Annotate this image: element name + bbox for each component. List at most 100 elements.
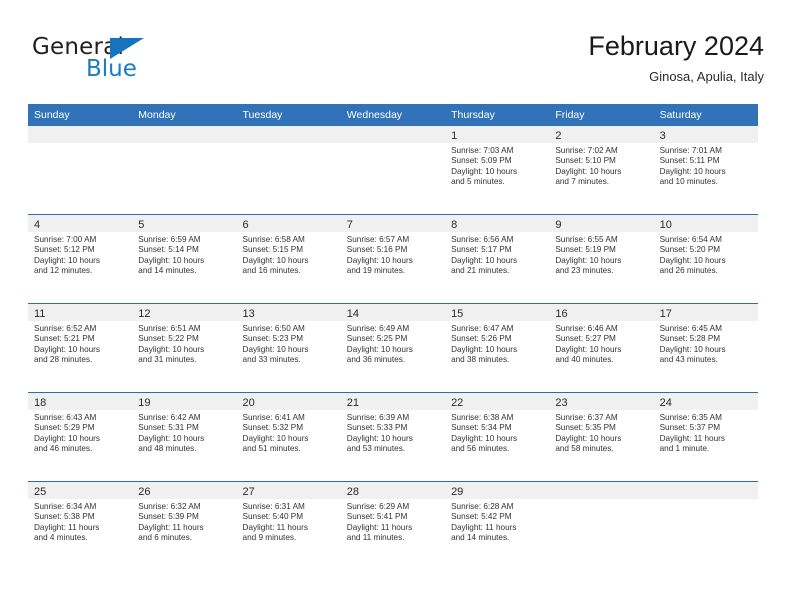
day-cell[interactable]: 24 Sunrise: 6:35 AM Sunset: 5:37 PM Dayligh… bbox=[653, 393, 758, 481]
day-cell[interactable]: 28 Sunrise: 6:29 AM Sunset: 5:41 PM Dayligh… bbox=[340, 482, 446, 570]
day-number-band: 28 bbox=[340, 482, 446, 499]
day-number: 28 bbox=[346, 486, 360, 498]
day-number-band bbox=[549, 482, 654, 499]
day-number: 29 bbox=[451, 486, 464, 498]
sunset-text: Sunset: 5:22 PM bbox=[138, 334, 199, 344]
day-cell[interactable]: 20 Sunrise: 6:41 AM Sunset: 5:32 PM Dayligh… bbox=[236, 393, 341, 481]
daylight-text-line2: and 56 minutes. bbox=[451, 444, 510, 454]
sunrise-text: Sunrise: 6:58 AM bbox=[242, 235, 305, 244]
sunset-text: Sunset: 5:40 PM bbox=[242, 512, 304, 522]
daylight-text-line1: Daylight: 10 hours bbox=[659, 255, 726, 265]
daylight-text-line1: Daylight: 11 hours bbox=[34, 522, 100, 532]
sunset-text: Sunset: 5:31 PM bbox=[138, 423, 199, 433]
day-cell[interactable]: 29 Sunrise: 6:28 AM Sunset: 5:42 PM Dayligh… bbox=[445, 482, 550, 570]
day-cell[interactable]: 27 Sunrise: 6:31 AM Sunset: 5:40 PM Dayligh… bbox=[236, 482, 341, 570]
sunrise-text: Sunrise: 6:32 AM bbox=[138, 502, 201, 511]
day-cell[interactable]: 4 Sunrise: 7:00 AM Sunset: 5:12 PM Daylight… bbox=[28, 215, 133, 303]
daylight-text-line2: and 53 minutes. bbox=[346, 444, 406, 454]
day-cell[interactable]: 12 Sunrise: 6:51 AM Sunset: 5:22 PM Dayligh… bbox=[132, 304, 237, 392]
general-blue-logo[interactable]: General Blue bbox=[28, 30, 278, 90]
day-details: Sunrise: 6:59 AM Sunset: 5:14 PM Daylight:… bbox=[132, 232, 236, 277]
daylight-text-line2: and 5 minutes. bbox=[451, 177, 505, 187]
daylight-text-line2: and 28 minutes. bbox=[34, 355, 93, 365]
day-number-band: 15 bbox=[445, 304, 550, 321]
calendar-week-row: 4 Sunrise: 7:00 AM Sunset: 5:12 PM Daylight… bbox=[28, 214, 758, 303]
day-details: Sunrise: 6:37 AM Sunset: 5:35 PM Daylight:… bbox=[549, 410, 653, 455]
sunset-text: Sunset: 5:23 PM bbox=[242, 334, 304, 344]
day-number: 15 bbox=[451, 308, 464, 320]
sunrise-text: Sunrise: 6:34 AM bbox=[34, 502, 97, 511]
day-cell[interactable]: 9 Sunrise: 6:55 AM Sunset: 5:19 PM Daylight… bbox=[549, 215, 654, 303]
day-cell[interactable]: 17 Sunrise: 6:45 AM Sunset: 5:28 PM Dayligh… bbox=[653, 304, 758, 392]
day-details: Sunrise: 7:02 AM Sunset: 5:10 PM Daylight:… bbox=[549, 143, 653, 188]
sunrise-text: Sunrise: 6:41 AM bbox=[242, 413, 305, 422]
day-cell[interactable]: 8 Sunrise: 6:56 AM Sunset: 5:17 PM Daylight… bbox=[445, 215, 550, 303]
day-cell[interactable]: 19 Sunrise: 6:42 AM Sunset: 5:31 PM Dayligh… bbox=[132, 393, 237, 481]
day-cell[interactable]: 14 Sunrise: 6:49 AM Sunset: 5:25 PM Dayligh… bbox=[340, 304, 446, 392]
day-number: 13 bbox=[242, 308, 255, 320]
day-cell[interactable]: 26 Sunrise: 6:32 AM Sunset: 5:39 PM Dayligh… bbox=[132, 482, 237, 570]
day-details: Sunrise: 6:47 AM Sunset: 5:26 PM Daylight:… bbox=[445, 321, 549, 366]
daylight-text-line1: Daylight: 10 hours bbox=[555, 166, 622, 176]
day-cell[interactable]: 1 Sunrise: 7:03 AM Sunset: 5:09 PM Daylight… bbox=[445, 126, 550, 214]
day-cell[interactable]: 21 Sunrise: 6:39 AM Sunset: 5:33 PM Dayligh… bbox=[340, 393, 446, 481]
daylight-text-line2: and 10 minutes. bbox=[659, 177, 718, 187]
page-header: General Blue February 2024 Ginosa, Apuli… bbox=[28, 30, 764, 100]
day-cell-empty bbox=[28, 126, 133, 214]
sunrise-text: Sunrise: 6:43 AM bbox=[34, 413, 97, 422]
day-cell[interactable]: 11 Sunrise: 6:52 AM Sunset: 5:21 PM Dayligh… bbox=[28, 304, 133, 392]
day-number: 26 bbox=[138, 486, 151, 498]
day-cell[interactable]: 13 Sunrise: 6:50 AM Sunset: 5:23 PM Dayligh… bbox=[236, 304, 341, 392]
daylight-text-line1: Daylight: 10 hours bbox=[346, 433, 413, 443]
day-details: Sunrise: 6:32 AM Sunset: 5:39 PM Daylight:… bbox=[132, 499, 236, 544]
sunset-text: Sunset: 5:15 PM bbox=[242, 245, 304, 255]
day-cell[interactable]: 22 Sunrise: 6:38 AM Sunset: 5:34 PM Dayligh… bbox=[445, 393, 550, 481]
day-number-band: 7 bbox=[340, 215, 446, 232]
day-cell[interactable]: 2 Sunrise: 7:02 AM Sunset: 5:10 PM Daylight… bbox=[549, 126, 654, 214]
day-cell[interactable]: 3 Sunrise: 7:01 AM Sunset: 5:11 PM Daylight… bbox=[653, 126, 758, 214]
sunrise-text: Sunrise: 6:37 AM bbox=[555, 413, 618, 422]
sunset-text: Sunset: 5:25 PM bbox=[346, 334, 408, 344]
daylight-text-line2: and 6 minutes. bbox=[138, 533, 192, 543]
sunset-text: Sunset: 5:39 PM bbox=[138, 512, 199, 522]
day-cell[interactable]: 25 Sunrise: 6:34 AM Sunset: 5:38 PM Dayligh… bbox=[28, 482, 133, 570]
weekday-header-wednesday: Wednesday bbox=[346, 109, 403, 121]
daylight-text-line1: Daylight: 10 hours bbox=[34, 433, 100, 443]
weekday-header-friday: Friday bbox=[555, 109, 585, 121]
calendar-week-row: 1 Sunrise: 7:03 AM Sunset: 5:09 PM Daylight… bbox=[28, 126, 758, 214]
sunset-text: Sunset: 5:34 PM bbox=[451, 423, 512, 433]
sunrise-text: Sunrise: 6:54 AM bbox=[659, 235, 722, 244]
day-details: Sunrise: 6:51 AM Sunset: 5:22 PM Daylight:… bbox=[132, 321, 236, 366]
page-title: February 2024 bbox=[588, 31, 764, 61]
day-cell[interactable]: 18 Sunrise: 6:43 AM Sunset: 5:29 PM Dayligh… bbox=[28, 393, 133, 481]
sunset-text: Sunset: 5:32 PM bbox=[242, 423, 304, 433]
day-cell[interactable]: 5 Sunrise: 6:59 AM Sunset: 5:14 PM Daylight… bbox=[132, 215, 237, 303]
day-number-band: 19 bbox=[132, 393, 237, 410]
day-cell[interactable]: 7 Sunrise: 6:57 AM Sunset: 5:16 PM Daylight… bbox=[340, 215, 446, 303]
weekday-header-tuesday: Tuesday bbox=[242, 109, 283, 121]
day-number-band: 25 bbox=[28, 482, 133, 499]
daylight-text-line2: and 46 minutes. bbox=[34, 444, 93, 454]
daylight-text-line1: Daylight: 10 hours bbox=[242, 344, 309, 354]
day-cell-empty bbox=[236, 126, 341, 214]
day-cell[interactable]: 10 Sunrise: 6:54 AM Sunset: 5:20 PM Dayligh… bbox=[653, 215, 758, 303]
day-cell[interactable]: 23 Sunrise: 6:37 AM Sunset: 5:35 PM Dayligh… bbox=[549, 393, 654, 481]
daylight-text-line2: and 11 minutes. bbox=[346, 533, 405, 543]
day-cell[interactable]: 16 Sunrise: 6:46 AM Sunset: 5:27 PM Dayligh… bbox=[549, 304, 654, 392]
day-number-band: 3 bbox=[653, 126, 758, 143]
daylight-text-line1: Daylight: 11 hours bbox=[451, 522, 517, 532]
daylight-text-line2: and 51 minutes. bbox=[242, 444, 301, 454]
day-number-band bbox=[340, 126, 446, 143]
day-number: 16 bbox=[555, 308, 568, 320]
day-cell[interactable]: 6 Sunrise: 6:58 AM Sunset: 5:15 PM Daylight… bbox=[236, 215, 341, 303]
day-number: 23 bbox=[555, 397, 568, 409]
daylight-text-line2: and 21 minutes. bbox=[451, 266, 510, 276]
day-details: Sunrise: 6:28 AM Sunset: 5:42 PM Daylight:… bbox=[445, 499, 549, 544]
daylight-text-line2: and 26 minutes. bbox=[659, 266, 718, 276]
day-cell[interactable]: 15 Sunrise: 6:47 AM Sunset: 5:26 PM Dayligh… bbox=[445, 304, 550, 392]
daylight-text-line1: Daylight: 10 hours bbox=[451, 255, 518, 265]
sunset-text: Sunset: 5:20 PM bbox=[659, 245, 721, 255]
daylight-text-line1: Daylight: 10 hours bbox=[555, 255, 622, 265]
daylight-text-line1: Daylight: 11 hours bbox=[346, 522, 413, 532]
daylight-text-line2: and 58 minutes. bbox=[555, 444, 614, 454]
